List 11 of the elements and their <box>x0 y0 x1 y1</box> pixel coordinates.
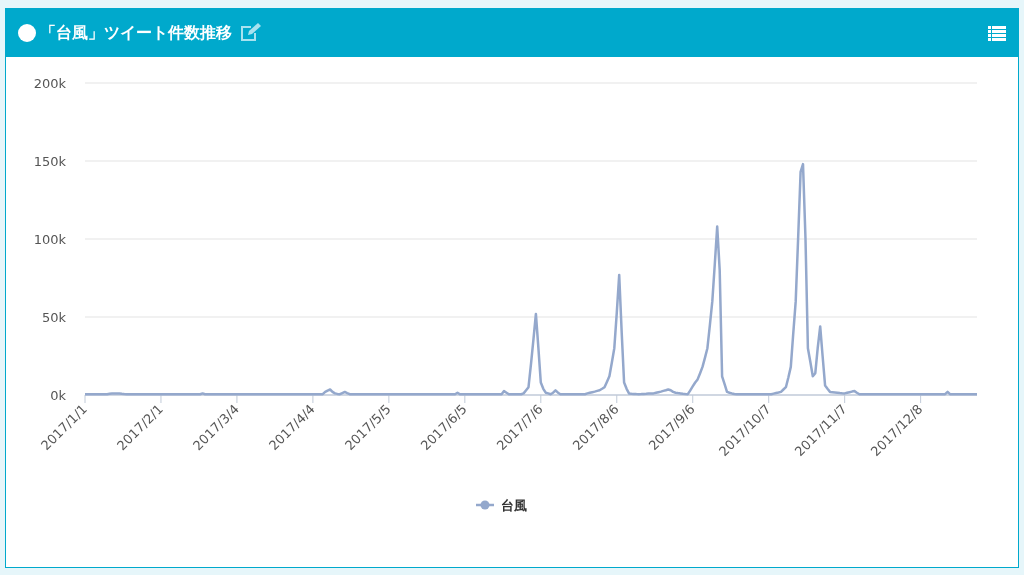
legend-label[interactable]: 台風 <box>501 498 527 513</box>
panel-title: 「台風」ツイート件数推移 <box>40 22 232 44</box>
y-axis-label: 100k <box>33 232 66 247</box>
list-icon[interactable] <box>988 25 1006 41</box>
circle-icon <box>18 24 36 42</box>
y-axis-label: 0k <box>50 388 66 403</box>
y-axis-label: 50k <box>41 310 66 325</box>
edit-icon[interactable] <box>240 23 262 43</box>
legend-marker[interactable] <box>476 500 494 510</box>
y-axis-label: 200k <box>33 76 66 91</box>
y-axis-label: 150k <box>33 154 66 169</box>
